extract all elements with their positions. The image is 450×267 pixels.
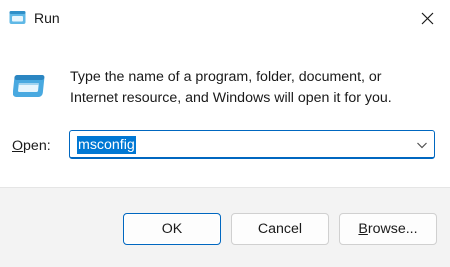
instructions-line-1: Type the name of a program, folder, docu… — [70, 69, 382, 85]
close-button[interactable] — [404, 0, 450, 36]
instructions-line-2: Internet resource, and Windows will open… — [70, 90, 392, 106]
window-title: Run — [34, 10, 60, 26]
browse-button[interactable]: Browse... — [339, 213, 437, 245]
run-icon — [9, 11, 26, 24]
button-bar: OK Cancel Browse... — [0, 187, 450, 267]
open-label-accelerator: O — [12, 138, 24, 154]
open-input-value[interactable]: msconfig — [77, 136, 136, 154]
title-bar[interactable]: Run — [0, 0, 450, 36]
browse-label-rest: rowse... — [367, 221, 418, 237]
run-app-icon — [13, 75, 45, 97]
ok-button[interactable]: OK — [123, 213, 221, 245]
open-label-rest: pen: — [23, 138, 51, 154]
close-icon — [421, 12, 433, 24]
browse-accelerator: B — [358, 221, 368, 237]
open-label: Open: — [12, 137, 51, 155]
instructions-text: Type the name of a program, folder, docu… — [70, 67, 440, 109]
run-dialog: Run Type the name of a program, folder, … — [0, 0, 450, 267]
cancel-button[interactable]: Cancel — [231, 213, 329, 245]
open-combobox[interactable]: msconfig — [69, 130, 435, 159]
chevron-down-icon[interactable] — [416, 139, 428, 151]
